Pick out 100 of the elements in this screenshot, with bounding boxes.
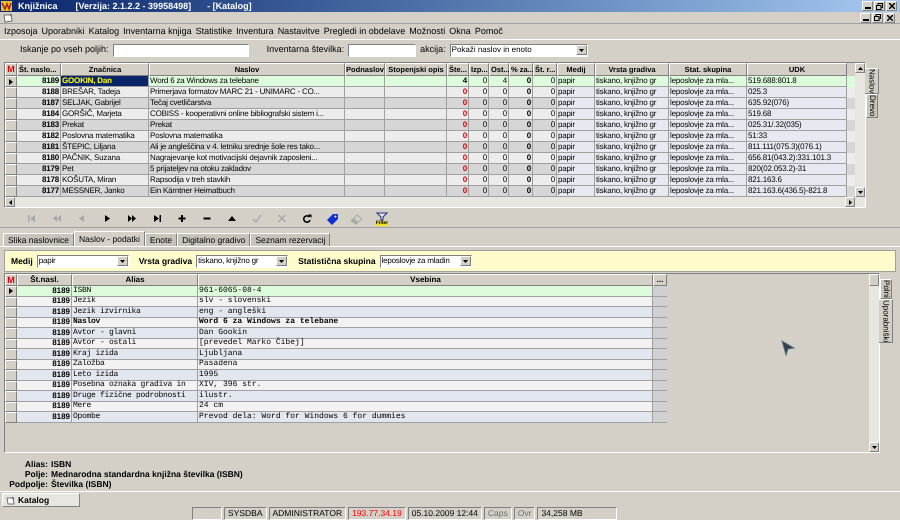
tab[interactable]: Slika naslovnice [3,233,74,246]
table-row[interactable]: 8189 Leto izida 1995 [5,370,667,380]
close-button[interactable] [886,1,897,11]
marker-header: M [5,63,17,76]
minimize-button[interactable] [860,12,871,22]
table-cell [653,286,667,296]
table-cell [653,307,667,318]
status-field: SYSDBA [224,507,266,520]
more-button[interactable]: ... [653,274,667,286]
tab[interactable]: Enote [144,233,178,246]
menu-item[interactable]: Inventura [234,24,276,38]
table-cell: papir [557,186,595,197]
table-row[interactable]: 8189 Založba Pasadena [5,360,667,370]
menu-item[interactable]: Okna [447,24,473,38]
marker-header: M [5,274,17,286]
row-header[interactable] [5,76,17,87]
menu-item[interactable]: Uporabniki [40,24,87,38]
table-row[interactable]: 8188 BREŠAR, Tadeja Primerjava formatov MARC 21 - UNIMARC - CO... 0 0 0 0 0 papir tiskano, knjižno gr leposlovje za mla... 025.3 [5,87,855,98]
table-row[interactable]: 8189 Jezik slv - slovenski [5,296,667,307]
table-row[interactable]: 8187 SELJAK, Gabrijel Tečaj cvetličarstva 0 0 0 0 0 papir tiskano, knjižno gr leposlovje za mla... 635.92(076) [5,98,855,109]
table-cell: tiskano, knjižno gr [595,131,669,142]
menu-item[interactable]: Statistike [194,24,234,38]
table-row[interactable]: 8189 Opombe Prevod dela: Word for Windows 6 for dummies [5,412,667,422]
minimize-button[interactable] [862,1,873,11]
side-tab[interactable]: Drevo [866,94,878,118]
table-row[interactable]: 8189 Posebna oznaka gradiva in XIV, 396 str. [5,380,667,391]
close-button[interactable] [884,12,895,22]
table-cell: 820(02.053.2)-31 [747,164,847,175]
side-tab[interactable]: Polni [880,279,892,299]
tab[interactable]: Digitalno gradivo [177,233,250,246]
table-row[interactable]: 8180 PAČNIK, Suzana Nagrajevanje kot motivacijski dejavnik zaposleni... 0 0 0 0 0 papir tiskano, knjižno gr leposlovje za mla... 656.81(043.2):331.101.3 [5,153,855,164]
scrollbar-thumb[interactable] [869,274,879,286]
table-row[interactable]: 8189 Naslov Word 6 za Windows za telebane [5,318,667,328]
table-cell [653,402,667,412]
vertical-scrollbar[interactable] [855,63,865,207]
table-cell: 025.31/.32(035) [747,120,847,131]
tab[interactable]: Naslov - podatki [74,231,145,246]
dropdown-button[interactable] [276,256,288,266]
filter-dropdown[interactable]: tiskano, knjižno gr [196,254,288,268]
close-icon [888,3,894,9]
table-row[interactable]: 8182 Poslovna matematika Poslovna matematika 0 0 0 0 0 papir tiskano, knjižno gr leposlovje za mla... 51:33 [5,131,855,142]
info-label: Alias: [24,459,48,469]
window-tab[interactable]: Katalog [2,493,80,507]
table-cell: tiskano, knjižno gr [595,164,669,175]
horizontal-scrollbar[interactable] [5,197,855,207]
table-row[interactable]: 8189 Kraj izida Ljubljana [5,349,667,360]
table-row[interactable]: 8189 Druge fizične podrobnosti ilustr. [5,391,667,402]
menu-item[interactable]: Katalog [86,24,122,38]
table-row[interactable]: 8189 Avtor - ostali [prevedel Marko Čibej] [5,338,667,349]
table-row[interactable]: 8179 Pet 5 prijateljev na otoku zakladov 0 0 0 0 0 papir tiskano, knjižno gr leposlovje za mla... 820(02.053.2)-31 [5,164,855,175]
dropdown-button[interactable] [460,256,471,266]
action-label: akcija: [420,43,446,56]
menu-item[interactable]: Izposoja [2,24,40,38]
menu-item[interactable]: Inventarna knjiga [121,24,194,38]
search-field[interactable] [112,44,249,56]
table-row[interactable]: 8189 GOOKIN, Dan Word 6 za Windows za telebane 4 0 4 0 0 papir tiskano, knjižno gr leposlovje za mla... 519.688:801.8 [5,76,855,87]
menu-item[interactable]: Pregledi in obdelave [322,24,408,38]
table-cell: tiskano, knjižno gr [595,87,669,98]
table-row[interactable]: 8181 ŠTEPIC, Liljana Ali je angleščina v 4. letniku srednje šole res tako... 0 0 0 0 0 papir tiskano, knjižno gr leposlovje za mla... 811.111(075.3)(076.1) [5,142,855,153]
table-cell [653,349,667,360]
row-header[interactable] [5,286,17,296]
document-title: - [Katalog] [207,2,252,10]
vertical-scrollbar[interactable] [869,274,879,452]
filter-dropdown[interactable]: leposlovje za mladin [380,254,472,268]
table-row[interactable]: 8189 Avtor - glavni Dan Gookin [5,328,667,338]
action-dropdown[interactable]: Pokaži naslov in enoto [450,44,588,56]
table-row[interactable]: 8189 ISBN 961-6065-08-4 [5,286,667,296]
table-cell: papir [557,87,595,98]
inventory-field[interactable] [348,44,416,56]
table-row[interactable]: 8178 KOŠUTA, Miran Rapsodija v treh stavkih 0 0 0 0 0 papir tiskano, knjižno gr leposlovje za mla... 821.163.6 [5,175,855,186]
column-header[interactable]: Alias [72,274,198,286]
menu-item[interactable]: Nastavitve [276,24,322,38]
table-row[interactable]: 8189 Mere 24 cm [5,402,667,412]
filter-dropdown[interactable]: papir [36,254,129,268]
table-cell [653,338,667,349]
table-row[interactable]: 8183 Prekat Prekat 0 0 0 0 0 papir tiskano, knjižno gr leposlovje za mla... 025.31/.32(035) [5,120,855,131]
status-field: 193.77.34.19 [348,507,406,520]
status-field: ADMINISTRATOR [268,507,346,520]
column-header[interactable]: Vsebina [198,274,653,286]
document-icon[interactable] [3,12,13,22]
table-row[interactable]: 8177 MESSNER, Janko Ein Kärntner Heimatbuch 0 0 0 0 0 papir tiskano, knjižno gr leposlovje za mla... 821.163.6(436.5)-821.8 [5,186,855,197]
dropdown-button[interactable] [116,256,128,266]
table-cell: tiskano, knjižno gr [595,175,669,186]
dropdown-button[interactable] [576,45,587,55]
table-cell: tiskano, knjižno gr [595,120,669,131]
menu-item[interactable]: Pomoč [472,24,505,38]
table-row[interactable]: 8189 Jezik izvirnika eng - angleški [5,307,667,318]
column-header[interactable]: Št.nasl. [17,274,72,286]
table-cell: Prevod dela: Word for Windows 6 for dummies [198,412,653,422]
menu-item[interactable]: Možnosti [407,24,448,38]
side-tab[interactable]: Naslov [865,68,879,94]
table-cell [653,360,667,370]
restore-button[interactable] [874,1,885,11]
table-cell: 811.111(075.3)(076.1) [747,142,847,153]
restore-button[interactable] [872,12,883,22]
version-text: [Verzija: 2.1.2.2 - 39958498] [76,2,192,10]
tab[interactable]: Seznam rezervacij [250,233,330,246]
table-row[interactable]: 8184 GORŠIČ, Marjeta COBISS - kooperativni online bibliografski sistem i... 0 0 0 0 0 papir tiskano, knjižno gr leposlovje za mla... 519.68 [5,109,855,120]
side-tab[interactable]: Uporabniški [879,298,893,344]
table-cell: GOOKIN, Dan [61,76,149,87]
